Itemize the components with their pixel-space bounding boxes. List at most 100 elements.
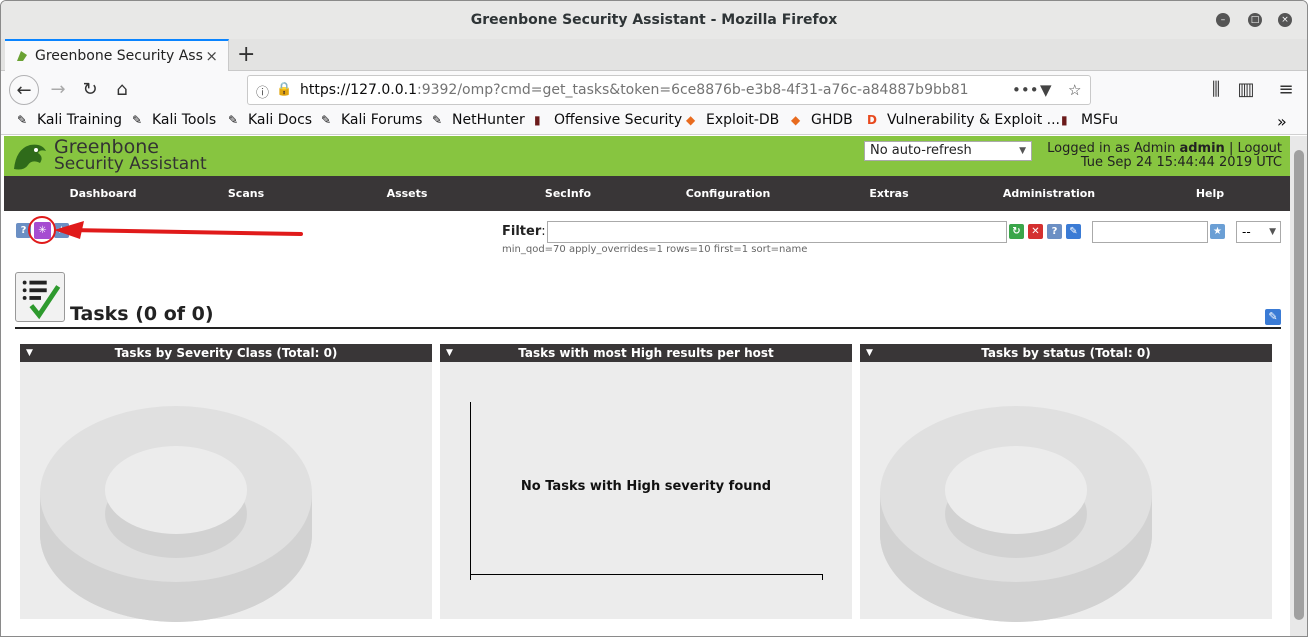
saved-filter-select[interactable]: -- ▼ xyxy=(1236,221,1281,243)
bookmark-kali-tools[interactable]: ✎ Kali Tools xyxy=(132,112,216,128)
url-text[interactable]: https://127.0.0.1:9392/omp?cmd=get_tasks… xyxy=(300,82,969,98)
reload-icon[interactable]: ↻ xyxy=(75,75,105,105)
refresh-filter-icon[interactable]: ↻ xyxy=(1009,224,1024,239)
bookmark-kali-training[interactable]: ✎ Kali Training xyxy=(17,112,122,128)
panel-header: ▼ Tasks by status (Total: 0) xyxy=(860,344,1272,362)
chart-x-tick xyxy=(822,574,823,580)
maximize-icon[interactable]: □ xyxy=(1248,13,1262,27)
filter-input[interactable] xyxy=(547,221,1007,243)
tasks-icon xyxy=(15,272,65,322)
close-window-icon[interactable]: × xyxy=(1278,13,1292,27)
menu-scans[interactable]: Scans xyxy=(176,187,316,200)
page-actions-icon[interactable]: ••• xyxy=(1012,81,1039,99)
panel-menu-icon[interactable]: ▼ xyxy=(26,344,33,362)
donut-chart-empty xyxy=(40,406,312,622)
filter-label: Filter: xyxy=(502,224,546,239)
auto-refresh-select[interactable]: No auto-refresh ▼ xyxy=(864,141,1032,161)
bookmark-label: Kali Docs xyxy=(248,112,313,128)
library-icon[interactable]: ⫼ xyxy=(1201,75,1231,105)
donut-chart-empty xyxy=(880,406,1152,622)
sidebar-icon[interactable]: ▥ xyxy=(1231,75,1261,105)
menu-extras[interactable]: Extras xyxy=(819,187,959,200)
bookmark-nethunter[interactable]: ✎ NetHunter xyxy=(432,112,525,128)
chevron-down-icon: ▼ xyxy=(1269,227,1276,237)
exploit-db-icon: ◆ xyxy=(686,113,696,127)
panel-title: Tasks with most High results per host xyxy=(518,346,774,360)
bookmark-msfu[interactable]: ▮ MSFu xyxy=(1061,112,1118,128)
menu-dashboard[interactable]: Dashboard xyxy=(33,187,173,200)
panel-high-results-per-host: ▼ Tasks with most High results per host … xyxy=(440,344,852,619)
bookmark-label: MSFu xyxy=(1081,112,1119,128)
browser-window: Greenbone Security Assistant - Mozilla F… xyxy=(0,0,1308,637)
menu-secinfo[interactable]: SecInfo xyxy=(498,187,638,200)
title-divider xyxy=(15,327,1281,329)
window-titlebar: Greenbone Security Assistant - Mozilla F… xyxy=(1,1,1307,39)
annotation-arrow xyxy=(28,216,303,244)
menu-administration[interactable]: Administration xyxy=(979,187,1119,200)
kali-dragon-icon: ✎ xyxy=(432,113,443,127)
login-info: Logged in as Admin admin | Logout Tue Se… xyxy=(1047,142,1282,170)
user-name[interactable]: admin xyxy=(1179,141,1224,156)
edit-filter-icon[interactable]: ✎ xyxy=(1066,224,1081,239)
forward-arrow-icon[interactable]: → xyxy=(43,75,73,105)
bookmark-label: NetHunter xyxy=(452,112,525,128)
bookmark-label: Kali Training xyxy=(37,112,122,128)
bookmark-star-icon[interactable]: ☆ xyxy=(1068,81,1081,99)
tab-label: Greenbone Security Assis xyxy=(35,48,203,64)
main-menu: Dashboard Scans Assets SecInfo Configura… xyxy=(4,176,1290,211)
bookmark-kali-docs[interactable]: ✎ Kali Docs xyxy=(228,112,312,128)
site-info-icon[interactable]: ⓘ xyxy=(256,82,269,101)
panel-menu-icon[interactable]: ▼ xyxy=(446,344,453,362)
menu-configuration[interactable]: Configuration xyxy=(658,187,798,200)
bookmark-label: Kali Tools xyxy=(152,112,217,128)
offsec-icon: ▮ xyxy=(1061,113,1068,127)
close-tab-icon[interactable]: × xyxy=(205,47,218,65)
bookmark-offensive-security[interactable]: ▮ Offensive Security xyxy=(534,112,682,128)
panel-severity-class: ▼ Tasks by Severity Class (Total: 0) xyxy=(20,344,432,622)
ghdb-icon: ◆ xyxy=(791,113,801,127)
kali-dragon-icon: ✎ xyxy=(228,113,239,127)
saved-filter-value: -- xyxy=(1242,225,1251,239)
bookmark-ghdb[interactable]: ◆ GHDB xyxy=(791,112,853,128)
bookmark-kali-forums[interactable]: ✎ Kali Forums xyxy=(321,112,422,128)
save-filter-icon[interactable]: ★ xyxy=(1210,224,1225,239)
greenbone-favicon-icon xyxy=(17,51,27,61)
menu-assets[interactable]: Assets xyxy=(337,187,477,200)
filter-help-icon[interactable]: ? xyxy=(1047,224,1062,239)
page-scrollbar[interactable] xyxy=(1290,136,1307,636)
home-icon[interactable]: ⌂ xyxy=(107,75,137,105)
filter-name-input[interactable] xyxy=(1092,221,1208,243)
panel-menu-icon[interactable]: ▼ xyxy=(866,344,873,362)
bookmark-vulnerability-exploit[interactable]: D Vulnerability & Exploit ... xyxy=(867,112,1060,128)
empty-chart-message: No Tasks with High severity found xyxy=(520,479,772,494)
auto-refresh-value: No auto-refresh xyxy=(870,143,972,158)
reset-filter-icon[interactable]: ✕ xyxy=(1028,224,1043,239)
tasks-checklist-icon xyxy=(22,280,61,320)
bookmarks-overflow-icon[interactable]: » xyxy=(1277,112,1287,131)
user-role: Admin xyxy=(1133,141,1176,156)
panel-title: Tasks by Severity Class (Total: 0) xyxy=(114,346,338,360)
vulndb-icon: D xyxy=(867,113,877,127)
bookmark-label: Vulnerability & Exploit ... xyxy=(887,112,1061,128)
gsa-header: Greenbone Security Assistant No auto-ref… xyxy=(4,136,1290,176)
panel-header: ▼ Tasks by Severity Class (Total: 0) xyxy=(20,344,432,362)
minimize-icon[interactable]: – xyxy=(1216,13,1230,27)
bookmark-exploit-db[interactable]: ◆ Exploit-DB xyxy=(686,112,779,128)
bookmark-label: Exploit-DB xyxy=(706,112,780,128)
hamburger-menu-icon[interactable]: ≡ xyxy=(1271,75,1301,105)
edit-dashboard-icon[interactable]: ✎ xyxy=(1265,309,1281,325)
url-bar[interactable]: ⓘ 🔒 https://127.0.0.1:9392/omp?cmd=get_t… xyxy=(247,75,1091,105)
menu-help[interactable]: Help xyxy=(1140,187,1280,200)
logout-link[interactable]: Logout xyxy=(1237,141,1282,156)
pocket-icon[interactable]: ▼ xyxy=(1040,81,1052,99)
back-arrow-icon[interactable]: ← xyxy=(9,75,39,105)
offsec-icon: ▮ xyxy=(534,113,541,127)
scrollbar-thumb[interactable] xyxy=(1294,150,1304,620)
bookmark-label: Offensive Security xyxy=(554,112,683,128)
browser-tab[interactable]: Greenbone Security Assis × xyxy=(5,39,229,71)
url-host: https://127.0.0.1 xyxy=(300,82,417,98)
logo-line2: Security Assistant xyxy=(54,154,207,174)
filter-label-colon: : xyxy=(541,224,546,239)
new-tab-button[interactable]: + xyxy=(237,42,255,67)
insecure-lock-icon[interactable]: 🔒 xyxy=(276,82,292,97)
